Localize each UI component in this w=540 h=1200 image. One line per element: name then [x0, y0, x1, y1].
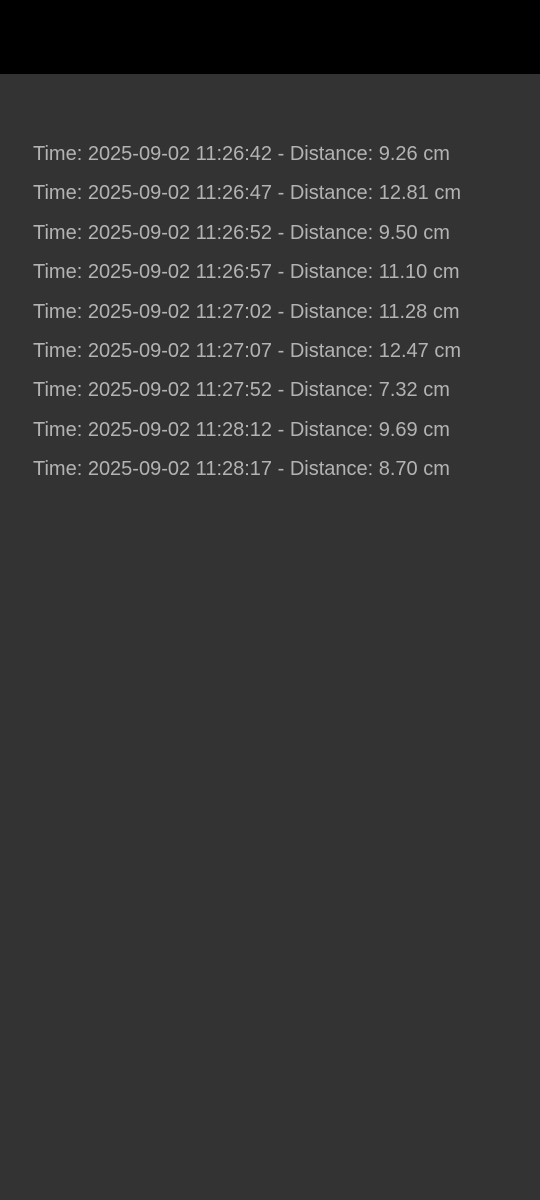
distance-log-list: Time: 2025-09-02 11:26:42 - Distance: 9.… [33, 136, 461, 491]
log-entry: Time: 2025-09-02 11:27:02 - Distance: 11… [33, 300, 460, 323]
log-entry: Time: 2025-09-02 11:26:42 - Distance: 9.… [33, 143, 450, 165]
log-entry: Time: 2025-09-02 11:27:52 - Distance: 7.… [33, 379, 450, 402]
main-content: Time: 2025-09-02 11:26:42 - Distance: 9.… [0, 74, 540, 1200]
log-entry: Time: 2025-09-02 11:28:12 - Distance: 9.… [33, 418, 450, 441]
log-entry: Time: 2025-09-02 11:27:07 - Distance: 12… [33, 339, 462, 362]
log-entry: Time: 2025-09-02 11:26:57 - Distance: 11… [33, 261, 460, 284]
status-bar [0, 0, 540, 74]
log-entry: Time: 2025-09-02 11:28:17 - Distance: 8.… [33, 458, 450, 481]
log-entry: Time: 2025-09-02 11:26:47 - Distance: 12… [33, 182, 462, 205]
log-entry: Time: 2025-09-02 11:26:52 - Distance: 9.… [33, 221, 450, 244]
